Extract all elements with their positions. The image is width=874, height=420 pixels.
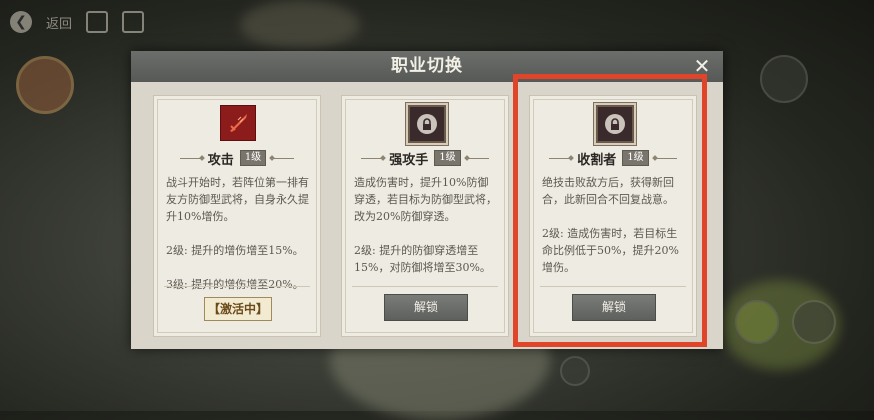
hud-side-icon	[792, 300, 836, 344]
unlock-button[interactable]: 解锁	[384, 294, 468, 321]
hud-back-label: 返回	[46, 16, 73, 32]
divider	[164, 286, 310, 287]
title-decoration	[179, 157, 202, 159]
top-hud: ❮ 返回	[10, 10, 145, 34]
class-description: 造成伤害时，提升10%防御穿透，若目标为防御型武将，改为20%防御穿透。 2级:…	[354, 176, 497, 274]
class-name: 强攻手	[389, 152, 429, 168]
card-title-row: 强攻手 1级	[342, 149, 508, 168]
hud-side-icon	[735, 300, 779, 344]
back-arrow-icon[interactable]: ❮	[10, 11, 32, 33]
class-name: 攻击	[207, 152, 234, 168]
divider	[352, 286, 498, 287]
home-icon[interactable]	[86, 11, 109, 33]
title-decoration	[361, 157, 384, 159]
title-decoration	[272, 157, 295, 159]
avatar	[16, 56, 74, 114]
lock-badge	[417, 114, 437, 134]
background-blur	[240, 0, 360, 50]
active-status-label: 激活中	[219, 302, 256, 316]
active-status-badge: 【激活中】	[204, 297, 272, 321]
class-card-attack[interactable]: 攻击 1级 战斗开始时，若阵位第一排有友方防御型武将，自身永久提升10%增伤。 …	[153, 95, 321, 337]
lock-icon	[408, 105, 446, 143]
menu-icon[interactable]	[122, 11, 145, 33]
hud-side-icon	[760, 55, 808, 103]
level-badge: 1级	[434, 150, 461, 166]
level-badge: 1级	[239, 150, 267, 166]
card-title-row: 攻击 1级	[154, 149, 320, 168]
highlight-frame	[513, 74, 707, 347]
dialog-title: 职业切换	[391, 56, 463, 76]
class-card-striker[interactable]: 强攻手 1级 造成伤害时，提升10%防御穿透，若目标为防御型武将，改为20%防御…	[341, 95, 509, 337]
class-description: 战斗开始时，若阵位第一排有友方防御型武将，自身永久提升10%增伤。 2级: 提升…	[166, 176, 309, 291]
sword-icon	[220, 105, 256, 141]
title-decoration	[466, 157, 489, 159]
hud-bottom-icon	[560, 356, 590, 386]
